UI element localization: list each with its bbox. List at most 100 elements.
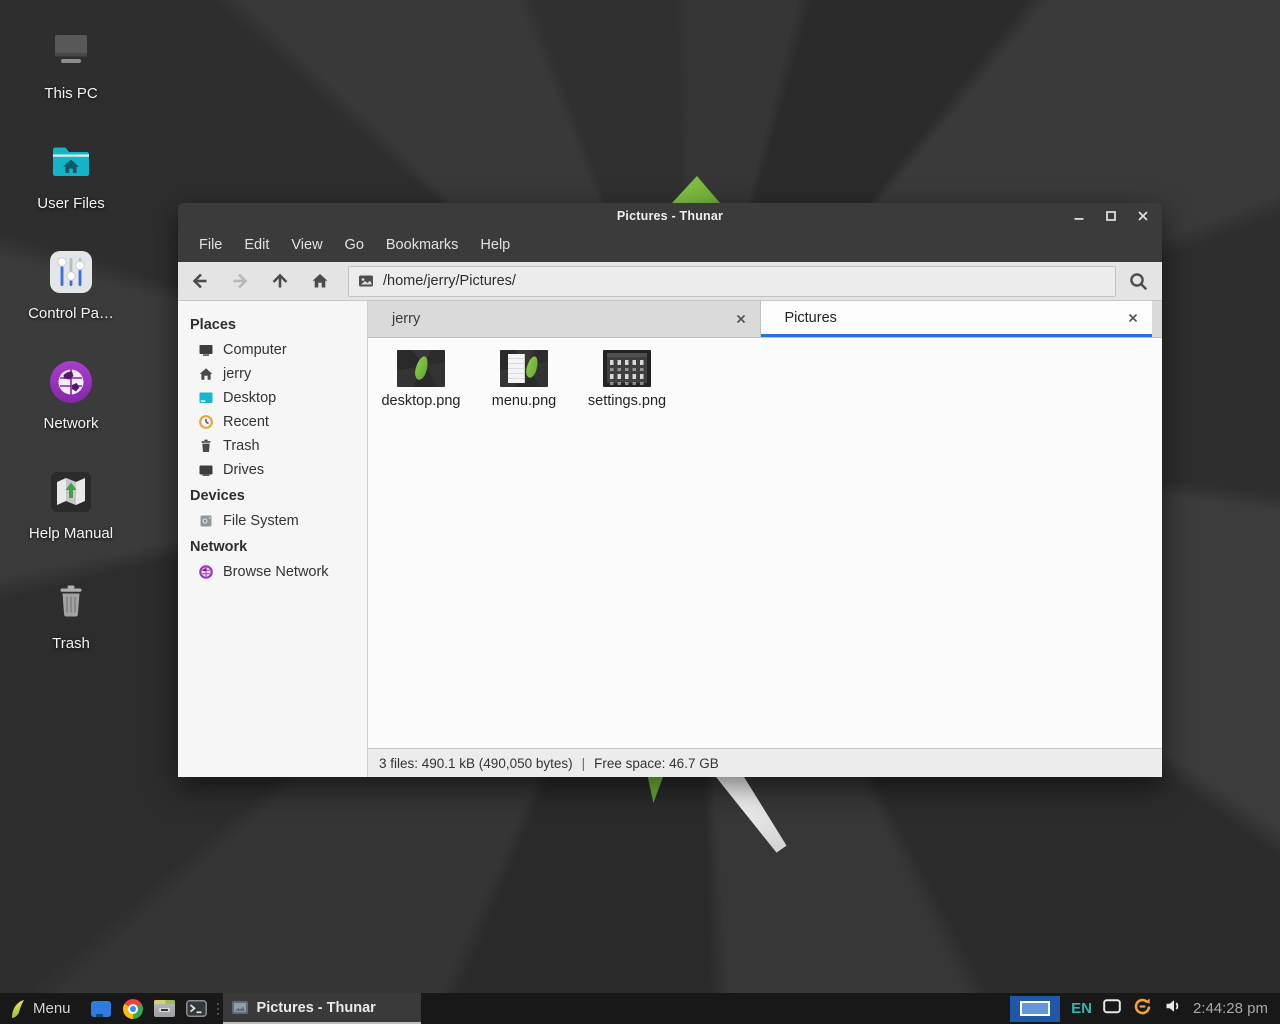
status-files-summary: 3 files: 490.1 kB (490,050 bytes) — [379, 756, 573, 771]
thumbnail-menu-panel — [508, 354, 525, 383]
sidebar-item-label: Computer — [223, 342, 287, 358]
close-button[interactable] — [1134, 207, 1152, 225]
thumbnail-logo-shape — [413, 355, 429, 381]
home-button[interactable] — [300, 264, 340, 298]
tab-label: Pictures — [785, 310, 1128, 326]
file-settings-png[interactable]: settings.png — [584, 350, 670, 409]
taskbar: Menu Pictures - Thunar EN 2 — [0, 993, 1280, 1024]
home-icon — [198, 366, 214, 382]
display-tray-icon[interactable] — [1103, 999, 1121, 1019]
up-button[interactable] — [260, 264, 300, 298]
sidebar-item-label: Drives — [223, 462, 264, 478]
window-controls — [1070, 203, 1152, 228]
sidebar-item-drives[interactable]: Drives — [190, 458, 367, 482]
search-icon — [1128, 271, 1149, 292]
window-thumbnail-icon — [232, 1001, 248, 1014]
sidebar-item-file-system[interactable]: File System — [190, 509, 367, 533]
sidebar-header-devices: Devices — [190, 482, 367, 509]
tab-close-icon[interactable] — [1127, 312, 1139, 324]
browser-window-launcher-icon[interactable] — [85, 993, 117, 1024]
forward-button[interactable] — [220, 264, 260, 298]
thumbnail-settings-window — [607, 353, 647, 383]
window-titlebar[interactable]: Pictures - Thunar — [178, 203, 1162, 228]
desktop-icon-trash[interactable]: Trash — [12, 564, 130, 674]
desktop-icon-help-manual[interactable]: Help Manual — [12, 454, 130, 564]
sidebar-item-label: jerry — [223, 366, 251, 382]
desktop-icon-label: Network — [43, 415, 98, 432]
maximize-button[interactable] — [1102, 207, 1120, 225]
main-pane: jerry Pictures desktop.png — [368, 301, 1162, 777]
sidebar-item-computer[interactable]: Computer — [190, 338, 367, 362]
desktop-icon-column: This PC User Files — [12, 14, 130, 674]
file-menu-png[interactable]: menu.png — [481, 350, 567, 409]
workspace-switcher[interactable] — [1010, 996, 1060, 1022]
file-desktop-png[interactable]: desktop.png — [378, 350, 464, 409]
side-pane: Places Computer jerry Desktop Recent Tra… — [178, 301, 368, 777]
trash-can-icon — [47, 578, 95, 626]
desktop-icon-label: This PC — [44, 85, 97, 102]
minimize-button[interactable] — [1070, 207, 1088, 225]
tab-pictures[interactable]: Pictures — [761, 301, 1153, 337]
taskbar-window-label: Pictures - Thunar — [257, 1000, 376, 1016]
menu-help[interactable]: Help — [469, 232, 521, 258]
menu-edit[interactable]: Edit — [233, 232, 280, 258]
path-text: /home/jerry/Pictures/ — [383, 273, 516, 289]
desktop-icon-network[interactable]: Network — [12, 344, 130, 454]
start-menu-button[interactable]: Menu — [33, 1000, 71, 1017]
tab-bar: jerry Pictures — [368, 301, 1162, 338]
sidebar-item-home[interactable]: jerry — [190, 362, 367, 386]
computer-icon — [198, 342, 214, 358]
this-pc-icon — [47, 28, 95, 76]
menu-go[interactable]: Go — [334, 232, 375, 258]
file-view[interactable]: desktop.png menu.png — [368, 338, 1162, 748]
terminal-launcher-icon[interactable] — [181, 993, 213, 1024]
desktop-icon-label: Control Pa… — [28, 305, 114, 322]
sidebar-item-label: Desktop — [223, 390, 276, 406]
desktop-icon-control-panel[interactable]: Control Pa… — [12, 234, 130, 344]
tab-close-icon[interactable] — [735, 313, 747, 325]
back-button[interactable] — [180, 264, 220, 298]
file-name: desktop.png — [381, 393, 460, 409]
menu-file[interactable]: File — [188, 232, 233, 258]
desktop-icon-label: Help Manual — [29, 525, 113, 542]
taskbar-window-button[interactable]: Pictures - Thunar — [223, 993, 421, 1024]
user-files-icon — [47, 138, 95, 186]
sidebar-item-browse-network[interactable]: Browse Network — [190, 560, 367, 584]
sidebar-item-recent[interactable]: Recent — [190, 410, 367, 434]
menu-bookmarks[interactable]: Bookmarks — [375, 232, 470, 258]
clock[interactable]: 2:44:28 pm — [1193, 1000, 1268, 1017]
clock-icon — [198, 414, 214, 430]
tab-jerry[interactable]: jerry — [368, 301, 761, 337]
taskbar-separator-handle[interactable] — [213, 993, 223, 1024]
trash-icon — [198, 438, 214, 454]
image-thumbnail — [500, 350, 548, 387]
image-thumbnail — [603, 350, 651, 387]
updates-tray-icon[interactable] — [1132, 996, 1153, 1022]
path-bar[interactable]: /home/jerry/Pictures/ — [348, 266, 1116, 297]
sidebar-item-label: Browse Network — [223, 564, 329, 580]
sidebar-item-trash[interactable]: Trash — [190, 434, 367, 458]
window-title: Pictures - Thunar — [617, 209, 723, 223]
sidebar-header-network: Network — [190, 533, 367, 560]
help-manual-icon — [47, 468, 95, 516]
volume-tray-icon[interactable] — [1164, 998, 1182, 1019]
workspace-window-miniature — [1020, 1001, 1050, 1016]
keyboard-layout-indicator[interactable]: EN — [1071, 1000, 1092, 1017]
desktop-icon-this-pc[interactable]: This PC — [12, 14, 130, 124]
search-button[interactable] — [1116, 264, 1160, 298]
network-globe-icon — [47, 358, 95, 406]
window-content: Places Computer jerry Desktop Recent Tra… — [178, 301, 1162, 777]
distro-logo-icon[interactable] — [9, 998, 26, 1020]
menu-view[interactable]: View — [280, 232, 333, 258]
sidebar-item-desktop[interactable]: Desktop — [190, 386, 367, 410]
chrome-launcher-icon[interactable] — [117, 993, 149, 1024]
toolbar: /home/jerry/Pictures/ — [178, 262, 1162, 301]
desktop-icon-user-files[interactable]: User Files — [12, 124, 130, 234]
thunar-window: Pictures - Thunar File Edit View Go Book… — [178, 203, 1162, 777]
control-panel-icon — [47, 248, 95, 296]
desktop-icon-label: Trash — [52, 635, 90, 652]
image-thumbnail — [397, 350, 445, 387]
desktop-icon — [198, 390, 214, 406]
desktop-icon-label: User Files — [37, 195, 105, 212]
file-manager-launcher-icon[interactable] — [149, 993, 181, 1024]
